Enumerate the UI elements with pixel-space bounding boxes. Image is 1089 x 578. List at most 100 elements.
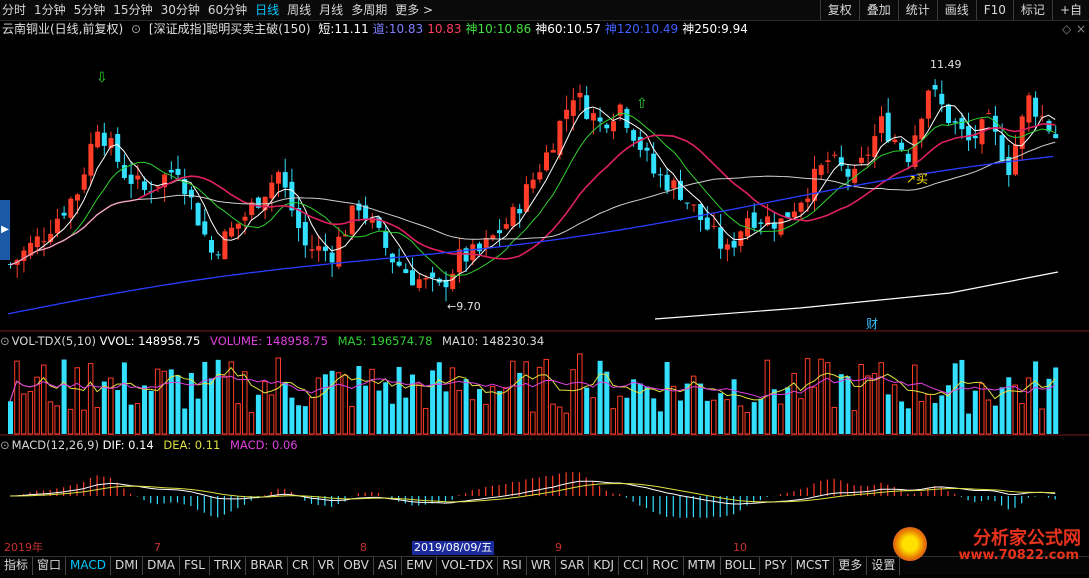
indicator-tab-3[interactable]: DMI [111,557,144,575]
close-icon[interactable]: × [1076,22,1086,36]
volume-bar [644,386,650,434]
macd-header: ⊙ MACD(12,26,9) DIF: 0.14 DEA: 0.11 MACD:… [0,438,304,452]
chevron-down-icon[interactable]: ⊙ [0,334,10,348]
indicator-tab-13[interactable]: VOL-TDX [437,557,499,575]
toolbar-button-0[interactable]: 复权 [819,0,859,20]
volume-bar [925,393,931,435]
period-tab-0[interactable]: 分时 [2,2,26,18]
indicator-tab-5[interactable]: FSL [180,557,210,575]
toolbar-button-2[interactable]: 统计 [897,0,937,20]
candle-body [919,118,925,140]
indicator-tab-2[interactable]: MACD [66,557,112,575]
indicator-tab-24[interactable]: 更多 [834,557,868,575]
indicator-tab-23[interactable]: MCST [792,557,835,575]
toolbar-button-4[interactable]: F10 [975,0,1013,20]
indicator-tab-19[interactable]: ROC [648,557,684,575]
toolbar-button-5[interactable]: 标记 [1012,0,1052,20]
volume-bar [751,402,757,434]
candlestick-chart[interactable]: 11.49 ←9.70 ↗买财 ⇩ ⇧ [0,38,1089,332]
volume-bar [1006,377,1012,434]
candle-body [456,249,462,273]
period-tab-2[interactable]: 5分钟 [74,2,106,18]
ma-value-0: 短:11.11 [318,22,369,36]
volume-bar [939,395,945,434]
volume-bar [463,379,469,434]
candle-body [61,212,67,216]
volume-bar [871,373,878,435]
indicator-tab-10[interactable]: OBV [339,557,374,575]
volume-bar [309,396,315,435]
indicator-tab-14[interactable]: RSI [498,557,527,575]
period-tab-1[interactable]: 1分钟 [34,2,66,18]
volume-bar [604,371,610,434]
toolbar-button-1[interactable]: 叠加 [858,0,898,20]
indicator-tab-0[interactable]: 指标 [0,557,34,575]
volume-bar [517,372,523,434]
indicator-tab-18[interactable]: CCI [619,557,649,575]
indicator-tab-7[interactable]: BRAR [246,557,289,575]
macd-chart[interactable] [0,452,1089,540]
volume-bar [54,405,60,435]
volume-bar [905,408,911,434]
period-tab-4[interactable]: 30分钟 [161,2,200,18]
volume-bar [536,366,543,435]
candle-body [778,218,784,235]
indicator-tab-15[interactable]: WR [527,557,557,575]
volume-bar [456,389,462,435]
signal-arrow-icon: ⇧ [636,96,648,112]
indicator-tab-6[interactable]: TRIX [210,557,247,575]
date-month-8: 8 [360,541,367,554]
candle-body [577,92,583,98]
toolbar-button-6[interactable]: +自 [1051,0,1089,20]
ma-line-5 [9,104,1056,282]
indicator-tab-11[interactable]: ASI [374,557,403,575]
indicator-tab-20[interactable]: MTM [684,557,721,575]
period-tab-3[interactable]: 15分钟 [113,2,152,18]
period-tab-9[interactable]: 多周期 [351,2,387,18]
volume-bar [242,371,248,435]
watermark-name: 分析家公式网 [973,528,1081,549]
high-price-label: 11.49 [930,58,962,71]
volume-bar [289,397,295,434]
vvol-value: VVOL: 148958.75 [99,334,201,348]
diamond-icon[interactable]: ◇ [1062,22,1071,36]
period-tab-6[interactable]: 日线 [255,2,279,18]
volume-bar [329,370,335,434]
volume-bar [282,382,288,434]
volume-bar [416,383,422,435]
volume-bar [979,383,985,435]
date-month-7: 7 [154,541,161,554]
indicator-tab-9[interactable]: VR [314,557,340,575]
candle-body [758,222,764,224]
period-tab-5[interactable]: 60分钟 [208,2,247,18]
ma-value-6: 神250:9.94 [682,22,748,36]
indicator-tab-16[interactable]: SAR [556,557,590,575]
indicator-tab-22[interactable]: PSY [760,557,792,575]
toolbar-button-3[interactable]: 画线 [936,0,976,20]
indicator-tab-4[interactable]: DMA [143,557,180,575]
volume-bar [94,407,101,435]
period-tab-10[interactable]: 更多 > [395,2,433,18]
indicator-tab-25[interactable]: 设置 [867,557,901,575]
indicator-tab-12[interactable]: EMV [402,557,438,575]
volume-bar [255,394,261,434]
candle-body [885,112,891,142]
indicator-tab-21[interactable]: BOLL [721,557,761,575]
indicator-tab-1[interactable]: 窗口 [33,557,67,575]
volume-bar [363,385,369,434]
period-tab-8[interactable]: 月线 [319,2,343,18]
volume-bar [275,357,281,435]
period-tab-7[interactable]: 周线 [287,2,311,18]
candle-body [946,104,951,124]
candle-body [282,172,288,188]
indicator-tab-8[interactable]: CR [288,557,314,575]
candle-body [95,131,101,148]
candle-body [671,180,677,189]
volume-bar [221,375,228,435]
volume-chart[interactable] [0,348,1089,436]
candle-body [322,246,328,251]
indicator-tab-17[interactable]: KDJ [589,557,620,575]
candle-body [416,279,422,288]
chevron-down-icon[interactable]: ⊙ [0,438,10,452]
chevron-down-icon[interactable]: ⊙ [131,22,141,36]
